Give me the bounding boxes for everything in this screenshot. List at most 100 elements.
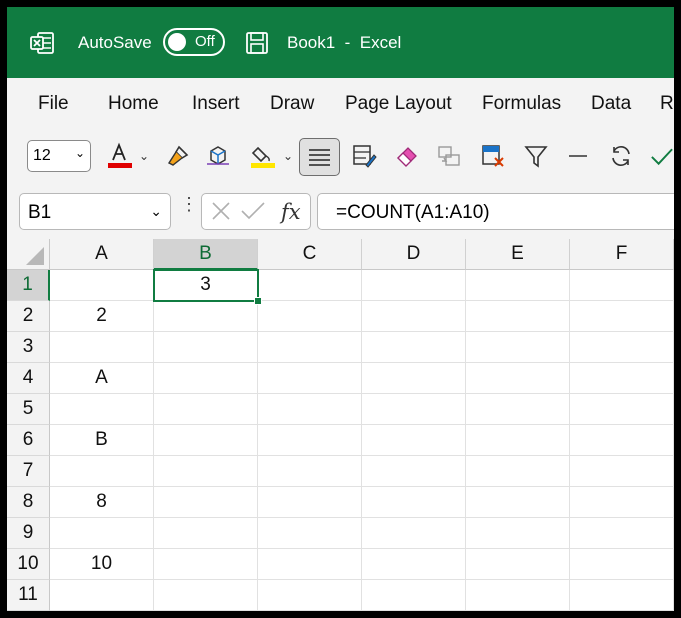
cell-d9[interactable]: [362, 518, 466, 549]
cell-b5[interactable]: [154, 394, 258, 425]
cell-d11[interactable]: [362, 580, 466, 611]
cell-a11[interactable]: [50, 580, 154, 611]
cell-f1[interactable]: [570, 270, 674, 301]
cell-d8[interactable]: [362, 487, 466, 518]
insert-function-icon[interactable]: fx: [279, 200, 301, 224]
delete-cells-icon[interactable]: [479, 142, 507, 170]
3d-model-icon[interactable]: [204, 142, 232, 170]
tab-data[interactable]: Data: [591, 93, 631, 115]
row-header-5[interactable]: 5: [7, 394, 50, 425]
cell-c8[interactable]: [258, 487, 362, 518]
filter-icon[interactable]: [522, 142, 550, 170]
cell-f3[interactable]: [570, 332, 674, 363]
horizontal-line-icon[interactable]: [564, 142, 592, 170]
row-header-11[interactable]: 11: [7, 580, 50, 611]
tab-page-layout[interactable]: Page Layout: [345, 93, 452, 115]
row-header-10[interactable]: 10: [7, 549, 50, 580]
cell-a7[interactable]: [50, 456, 154, 487]
column-header-f[interactable]: F: [570, 239, 674, 270]
cell-a3[interactable]: [50, 332, 154, 363]
font-color-icon[interactable]: [106, 142, 134, 170]
cell-f7[interactable]: [570, 456, 674, 487]
row-header-4[interactable]: 4: [7, 363, 50, 394]
cell-d5[interactable]: [362, 394, 466, 425]
select-all-corner[interactable]: [7, 239, 50, 270]
tab-file[interactable]: File: [38, 93, 69, 115]
cell-c2[interactable]: [258, 301, 362, 332]
cell-c6[interactable]: [258, 425, 362, 456]
cell-e1[interactable]: [466, 270, 570, 301]
cell-a1[interactable]: [50, 270, 154, 301]
column-header-e[interactable]: E: [466, 239, 570, 270]
row-header-7[interactable]: 7: [7, 456, 50, 487]
cell-b9[interactable]: [154, 518, 258, 549]
tab-insert[interactable]: Insert: [192, 93, 240, 115]
autosave-toggle[interactable]: Off: [163, 28, 225, 56]
cell-f2[interactable]: [570, 301, 674, 332]
row-header-9[interactable]: 9: [7, 518, 50, 549]
cell-a5[interactable]: [50, 394, 154, 425]
font-size-select[interactable]: 12 ⌄: [27, 140, 91, 172]
cell-e7[interactable]: [466, 456, 570, 487]
eraser-icon[interactable]: [393, 142, 421, 170]
row-header-3[interactable]: 3: [7, 332, 50, 363]
cell-f5[interactable]: [570, 394, 674, 425]
cell-f10[interactable]: [570, 549, 674, 580]
cell-b10[interactable]: [154, 549, 258, 580]
column-header-d[interactable]: D: [362, 239, 466, 270]
tab-home[interactable]: Home: [108, 93, 159, 115]
chevron-down-icon[interactable]: ⌄: [138, 142, 150, 170]
tab-draw[interactable]: Draw: [270, 93, 314, 115]
column-header-c[interactable]: C: [258, 239, 362, 270]
cell-c4[interactable]: [258, 363, 362, 394]
cell-f9[interactable]: [570, 518, 674, 549]
cell-e11[interactable]: [466, 580, 570, 611]
cell-d2[interactable]: [362, 301, 466, 332]
name-box[interactable]: B1 ⌄: [19, 193, 171, 230]
cell-b2[interactable]: [154, 301, 258, 332]
cell-e8[interactable]: [466, 487, 570, 518]
cell-e10[interactable]: [466, 549, 570, 580]
cell-b3[interactable]: [154, 332, 258, 363]
cell-f11[interactable]: [570, 580, 674, 611]
cell-e2[interactable]: [466, 301, 570, 332]
row-header-6[interactable]: 6: [7, 425, 50, 456]
cell-b8[interactable]: [154, 487, 258, 518]
cell-c9[interactable]: [258, 518, 362, 549]
cell-e6[interactable]: [466, 425, 570, 456]
cell-f8[interactable]: [570, 487, 674, 518]
format-cells-icon[interactable]: [350, 142, 378, 170]
cell-e9[interactable]: [466, 518, 570, 549]
fill-handle[interactable]: [254, 297, 262, 305]
cell-d4[interactable]: [362, 363, 466, 394]
align-center-button[interactable]: [299, 138, 340, 176]
vertical-dots-icon[interactable]: ⋮: [180, 195, 198, 213]
cell-d10[interactable]: [362, 549, 466, 580]
cell-f4[interactable]: [570, 363, 674, 394]
cell-e5[interactable]: [466, 394, 570, 425]
column-header-a[interactable]: A: [50, 239, 154, 270]
cell-d7[interactable]: [362, 456, 466, 487]
row-header-2[interactable]: 2: [7, 301, 50, 332]
tab-review[interactable]: Re: [660, 93, 674, 115]
cell-a2[interactable]: 2: [50, 301, 154, 332]
row-header-1[interactable]: 1: [7, 270, 50, 301]
cell-e4[interactable]: [466, 363, 570, 394]
cell-e3[interactable]: [466, 332, 570, 363]
cell-b4[interactable]: [154, 363, 258, 394]
enter-icon[interactable]: [241, 202, 265, 220]
cell-a8[interactable]: 8: [50, 487, 154, 518]
copy-formatting-icon[interactable]: [435, 142, 463, 170]
cell-c5[interactable]: [258, 394, 362, 425]
cell-c10[interactable]: [258, 549, 362, 580]
cell-b6[interactable]: [154, 425, 258, 456]
cell-a6[interactable]: B: [50, 425, 154, 456]
cell-c11[interactable]: [258, 580, 362, 611]
cell-c7[interactable]: [258, 456, 362, 487]
save-icon[interactable]: [245, 7, 269, 78]
refresh-icon[interactable]: [607, 142, 635, 170]
highlight-fill-icon[interactable]: [249, 142, 277, 170]
cell-b11[interactable]: [154, 580, 258, 611]
cell-d1[interactable]: [362, 270, 466, 301]
cell-a4[interactable]: A: [50, 363, 154, 394]
